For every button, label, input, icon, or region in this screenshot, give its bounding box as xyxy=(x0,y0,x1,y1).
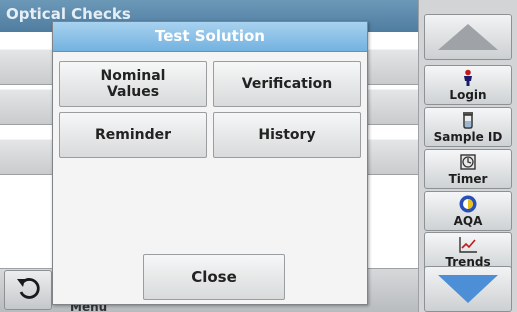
trends-chart-icon xyxy=(458,235,478,255)
history-button[interactable]: History xyxy=(213,112,361,158)
back-arrow-icon xyxy=(15,276,41,304)
dialog-title: Test Solution xyxy=(53,22,367,52)
verification-button[interactable]: Verification xyxy=(213,61,361,107)
verification-label: Verification xyxy=(241,76,333,92)
triangle-down-icon xyxy=(438,275,498,303)
triangle-up-icon xyxy=(438,24,498,50)
nominal-values-button[interactable]: Nominal Values xyxy=(59,61,207,107)
nominal-values-label: Nominal Values xyxy=(100,68,166,100)
sample-id-button[interactable]: Sample ID xyxy=(424,107,512,147)
timer-icon xyxy=(459,152,477,172)
login-button[interactable]: Login xyxy=(424,65,512,105)
history-label: History xyxy=(258,127,316,143)
scroll-up-button[interactable] xyxy=(424,14,512,60)
close-button[interactable]: Close xyxy=(143,254,285,300)
test-solution-dialog: Test Solution Nominal Values Verificatio… xyxy=(52,21,368,305)
aqa-button[interactable]: AQA xyxy=(424,191,512,231)
reminder-button[interactable]: Reminder xyxy=(59,112,207,158)
aqa-icon xyxy=(458,194,478,214)
sample-vial-icon xyxy=(461,110,475,130)
screen: Optical Checks Menu Login Sample ID Time… xyxy=(0,0,517,312)
back-button[interactable] xyxy=(4,270,52,310)
person-icon xyxy=(461,68,475,88)
timer-label: Timer xyxy=(448,172,488,186)
timer-button[interactable]: Timer xyxy=(424,149,512,189)
scroll-down-button[interactable] xyxy=(424,266,512,312)
reminder-label: Reminder xyxy=(94,127,172,143)
sample-id-label: Sample ID xyxy=(433,130,503,144)
close-label: Close xyxy=(191,268,237,286)
aqa-label: AQA xyxy=(453,214,483,228)
login-label: Login xyxy=(449,88,487,102)
